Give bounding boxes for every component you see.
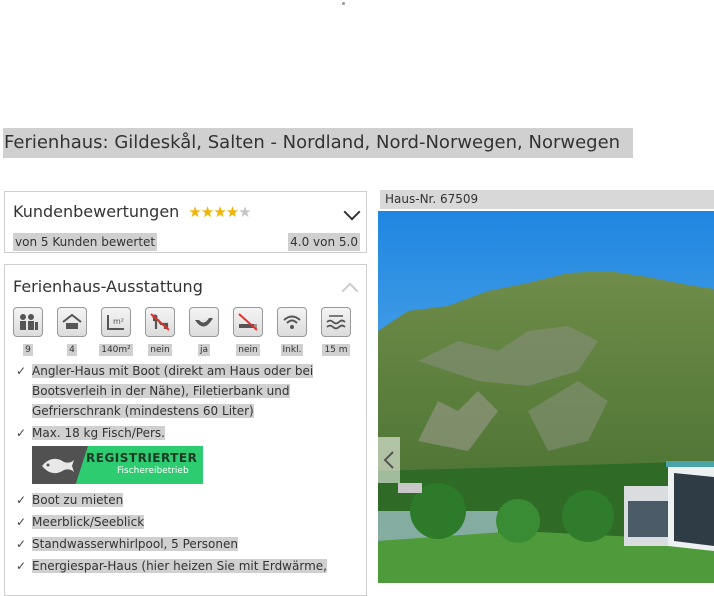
pets-icon (145, 307, 175, 337)
list-item: ✓ Boot zu mieten (13, 490, 358, 510)
star-empty-icon: ★ (238, 203, 251, 221)
area-icon: m² (101, 307, 131, 337)
amenity-persons: 9 (11, 307, 45, 356)
amenity-wifi: Inkl. (275, 307, 309, 356)
boat-icon (189, 307, 219, 337)
list-item: ✓ Energiespar-Haus (hier heizen Sie mit … (13, 556, 358, 576)
bedroom-icon (57, 307, 87, 337)
feature-text: Boot zu mieten (32, 493, 124, 507)
page-title: Ferienhaus: Gildeskål, Salten - Nordland… (3, 128, 633, 158)
list-item: ✓ Standwasserwhirlpool, 5 Personen (13, 534, 358, 554)
check-icon: ✓ (16, 493, 27, 507)
check-icon: ✓ (16, 537, 27, 551)
reviews-header: Kundenbewertungen ★★★★★ (13, 202, 252, 221)
amenity-boat: ja (187, 307, 221, 356)
reviews-heading: Kundenbewertungen (13, 202, 180, 221)
feature-list: ✓ Angler-Haus mit Boot (direkt am Haus o… (13, 361, 358, 578)
list-item: ✓ Meerblick/Seeblick (13, 512, 358, 532)
badge-subtitle: Fischereibetrieb (117, 466, 189, 476)
chevron-left-icon (383, 451, 394, 469)
chevron-down-icon[interactable] (343, 203, 361, 221)
star-icon: ★ (188, 203, 201, 221)
amenity-value: 140m² (99, 344, 133, 356)
loading-dot (342, 2, 345, 5)
gallery-prev-button[interactable] (378, 437, 400, 483)
amenity-value: Inkl. (280, 344, 304, 356)
no-smoking-icon (233, 307, 263, 337)
feature-text: Energiespar-Haus (hier heizen Sie mit Er… (32, 559, 327, 573)
chevron-up-icon[interactable] (341, 282, 359, 300)
amenity-value: 4 (67, 344, 77, 356)
amenities-heading: Ferienhaus-Ausstattung (13, 277, 203, 296)
check-icon: ✓ (16, 364, 27, 378)
feature-text: Angler-Haus mit Boot (direkt am Haus ode… (32, 364, 314, 418)
reviews-score: 4.0 von 5.0 (288, 233, 360, 251)
feature-text: Standwasserwhirlpool, 5 Personen (32, 537, 238, 551)
list-item: ✓ Angler-Haus mit Boot (direkt am Haus o… (13, 361, 358, 421)
amenity-pets: nein (143, 307, 177, 356)
star-icon: ★ (225, 203, 239, 221)
check-icon: ✓ (16, 426, 27, 440)
badge-title: REGISTRIERTER (86, 451, 198, 465)
amenity-value: 15 m (322, 344, 350, 356)
amenity-value: nein (236, 344, 260, 356)
amenity-value: 9 (23, 344, 33, 356)
water-distance-icon (321, 307, 351, 337)
amenity-area: m² 140m² (99, 307, 133, 356)
amenity-value: nein (148, 344, 172, 356)
star-icon: ★ (213, 203, 226, 221)
house-photo[interactable] (378, 211, 714, 583)
amenity-icons: 9 4 m² 140m² nein ja nein Inkl. 15 m (11, 307, 361, 356)
amenities-panel: Ferienhaus-Ausstattung 9 4 m² 140m² nein (4, 264, 367, 596)
check-icon: ✓ (16, 515, 27, 529)
reviews-panel[interactable]: Kundenbewertungen ★★★★★ von 5 Kunden bew… (4, 191, 367, 253)
reviews-count: von 5 Kunden bewertet (13, 233, 158, 251)
landscape-image (378, 211, 714, 583)
fish-icon (32, 446, 88, 484)
list-item: ✓ Max. 18 kg Fisch/Pers. (13, 423, 358, 443)
star-icon: ★ (200, 203, 214, 221)
persons-icon (13, 307, 43, 337)
amenity-smoking: nein (231, 307, 265, 356)
fishing-business-badge: REGISTRIERTER Fischereibetrieb (32, 446, 203, 484)
house-number: Haus-Nr. 67509 (380, 190, 714, 209)
feature-text: Meerblick/Seeblick (32, 515, 145, 529)
star-rating: ★★★★★ (188, 203, 251, 221)
check-icon: ✓ (16, 559, 27, 573)
amenity-value: ja (197, 344, 210, 356)
feature-text: Max. 18 kg Fisch/Pers. (32, 426, 165, 440)
amenity-water: 15 m (319, 307, 353, 356)
wifi-icon (277, 307, 307, 337)
amenity-bedrooms: 4 (55, 307, 89, 356)
svg-text:m²: m² (113, 317, 124, 326)
